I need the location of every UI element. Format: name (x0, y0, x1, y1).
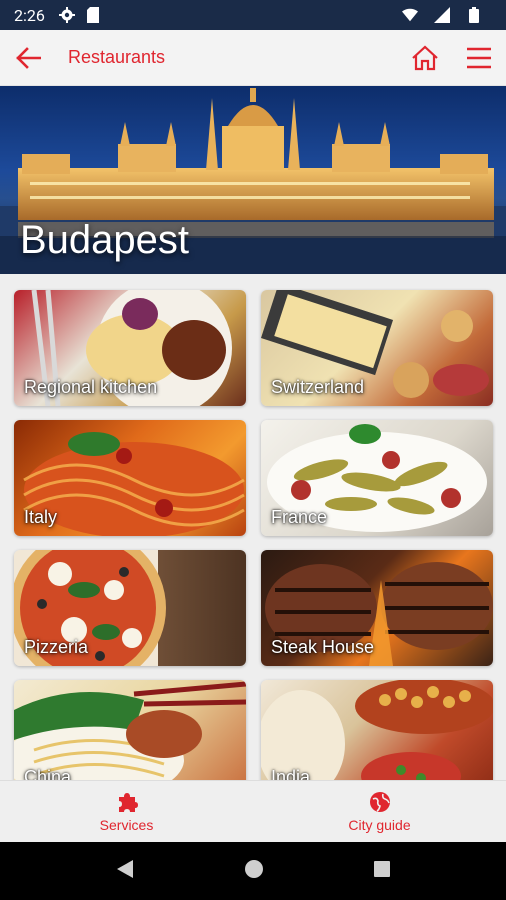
category-tile-regional-kitchen[interactable]: Regional kitchen (14, 290, 246, 406)
nav-services[interactable]: Services (0, 781, 253, 842)
category-label: Regional kitchen (24, 377, 158, 397)
category-label: India (271, 767, 311, 780)
city-title: Budapest (20, 218, 190, 262)
category-tile-switzerland[interactable]: Switzerland (261, 290, 493, 406)
menu-button[interactable] (452, 30, 506, 86)
category-label: Switzerland (271, 377, 365, 397)
india-food-image (261, 680, 493, 780)
puzzle-piece-icon (118, 792, 138, 812)
system-back-button[interactable] (115, 858, 135, 885)
signal-icon (434, 7, 450, 23)
category-grid: Regional kitchen Switzerland Italy Franc… (0, 274, 506, 780)
hamburger-menu-icon (467, 47, 491, 68)
category-label: France (271, 507, 328, 527)
globe-icon (369, 791, 390, 812)
battery-icon (466, 7, 482, 23)
sd-card-icon (85, 7, 101, 23)
settings-icon (58, 7, 75, 23)
home-icon (412, 45, 438, 70)
nav-city-guide[interactable]: City guide (253, 781, 506, 842)
category-tile-italy[interactable]: Italy (14, 420, 246, 536)
square-recents-icon (374, 860, 391, 877)
category-tile-china[interactable]: China (14, 680, 246, 780)
arrow-left-icon (16, 46, 41, 69)
triangle-back-icon (116, 859, 133, 878)
home-button[interactable] (398, 30, 452, 86)
status-bar: 2:26 (0, 0, 506, 30)
wifi-icon (402, 7, 418, 23)
category-tile-india[interactable]: India (261, 680, 493, 780)
category-label: China (24, 767, 72, 780)
page-title: Restaurants (68, 47, 166, 67)
category-tile-steak-house[interactable]: Steak House (261, 550, 493, 666)
status-time: 2:26 (14, 5, 45, 25)
category-tile-france[interactable]: France (261, 420, 493, 536)
category-label: Pizzeria (24, 637, 89, 657)
bottom-navigation: Services City guide (0, 780, 506, 842)
city-hero-banner: Budapest (0, 86, 506, 274)
back-button[interactable] (0, 30, 56, 86)
system-home-button[interactable] (244, 859, 264, 884)
nav-city-guide-label: City guide (348, 816, 411, 833)
category-label: Italy (24, 507, 58, 527)
china-noodles-image (14, 681, 246, 780)
system-recents-button[interactable] (373, 860, 391, 883)
category-label: Steak House (271, 637, 375, 657)
category-tile-pizzeria[interactable]: Pizzeria (14, 550, 246, 666)
app-bar: Restaurants (0, 30, 506, 86)
nav-services-label: Services (99, 816, 154, 833)
circle-home-icon (244, 859, 263, 878)
system-navigation-bar (0, 842, 506, 900)
